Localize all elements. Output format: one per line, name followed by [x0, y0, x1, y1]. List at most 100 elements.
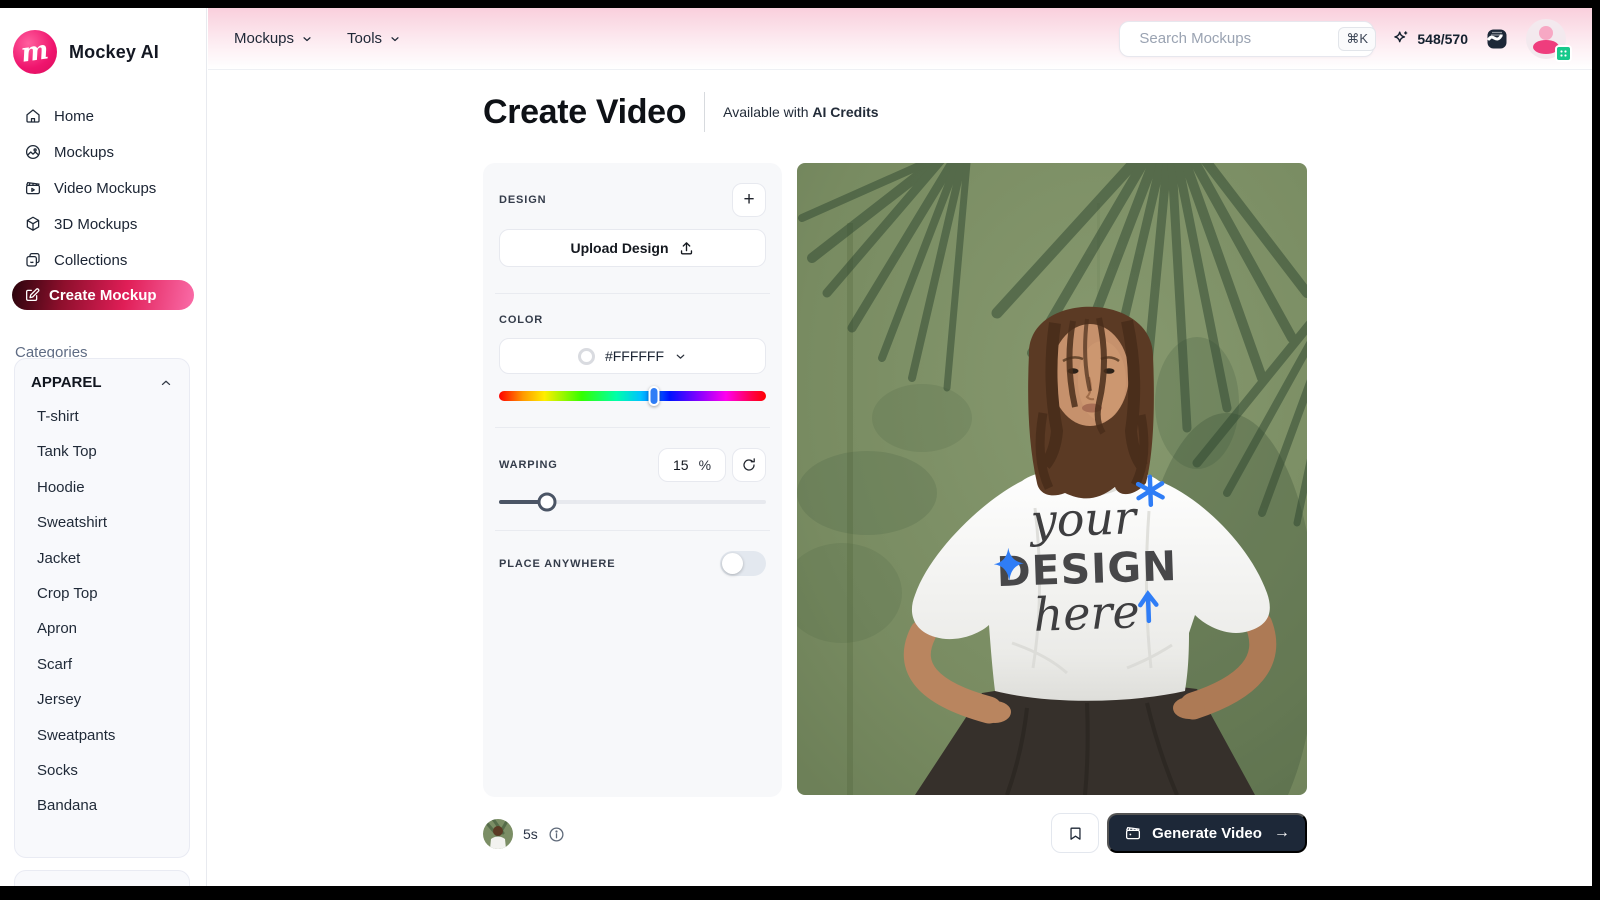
app-window: m Mockey AI Home Mockups Video Mockups 3…	[0, 8, 1592, 886]
category-item-hoodie[interactable]: Hoodie	[15, 470, 189, 505]
control-panel: DESIGN + Upload Design COLOR #FFFFFF WAR…	[483, 163, 782, 797]
warping-slider[interactable]	[499, 492, 766, 512]
category-item-tshirt[interactable]: T-shirt	[15, 399, 189, 434]
color-value: #FFFFFF	[604, 348, 665, 364]
chevron-up-icon	[161, 380, 171, 385]
user-avatar[interactable]	[1526, 18, 1572, 62]
divider	[495, 530, 770, 531]
edit-square-icon	[26, 288, 40, 301]
clapperboard-icon	[25, 181, 41, 195]
color-swatch	[577, 347, 595, 365]
category-item-sweatpants[interactable]: Sweatpants	[15, 718, 189, 753]
sidebar: m Mockey AI Home Mockups Video Mockups 3…	[0, 8, 207, 886]
topbar-right: ⌘K 548/570	[1119, 18, 1572, 62]
menu-tools[interactable]: Tools	[347, 30, 401, 47]
category-item-jacket[interactable]: Jacket	[15, 541, 189, 576]
page-title: Create Video	[483, 92, 687, 131]
add-design-button[interactable]: +	[732, 183, 766, 217]
color-select[interactable]: #FFFFFF	[499, 338, 766, 374]
sidebar-item-3d-mockups[interactable]: 3D Mockups	[0, 206, 206, 242]
toggle-knob	[722, 553, 743, 574]
clapperboard-icon	[1126, 826, 1141, 840]
design-text-line3: here	[1033, 584, 1141, 642]
brand-logo-icon: m	[13, 30, 57, 74]
generate-video-button[interactable]: Generate Video →	[1107, 813, 1307, 853]
menu-label: Mockups	[234, 30, 295, 47]
availability-prefix: Available with	[723, 104, 809, 120]
brand-logo[interactable]: m Mockey AI	[0, 8, 206, 74]
video-duration: 5s	[523, 826, 538, 842]
warping-slider-handle[interactable]	[537, 492, 557, 512]
category-group-label: APPAREL	[31, 374, 102, 391]
home-icon	[26, 109, 40, 123]
keyboard-shortcut-badge: ⌘K	[1338, 26, 1377, 51]
category-item-scarf[interactable]: Scarf	[15, 647, 189, 682]
topbar: Mockups Tools ⌘K 548/570	[208, 8, 1592, 70]
refresh-icon	[743, 458, 755, 471]
sidebar-nav: Home Mockups Video Mockups 3D Mockups Co…	[0, 98, 206, 310]
page-header: Create Video Available with AI Credits	[483, 92, 879, 132]
category-item-jersey[interactable]: Jersey	[15, 682, 189, 717]
avatar-status-badge	[1555, 44, 1572, 62]
place-anywhere-label: PLACE ANYWHERE	[499, 557, 616, 570]
sidebar-item-home[interactable]: Home	[0, 98, 206, 134]
sidebar-item-label: Create Mockup	[49, 286, 157, 304]
sidebar-item-collections[interactable]: Collections	[0, 242, 206, 278]
sidebar-item-label: Collections	[54, 251, 128, 269]
mockup-thumbnail[interactable]	[483, 819, 513, 849]
brand-name: Mockey AI	[69, 41, 159, 62]
warping-reset-button[interactable]	[732, 448, 766, 482]
sidebar-item-label: Mockups	[54, 143, 115, 161]
divider	[495, 293, 770, 294]
brand-logo-letter: m	[19, 35, 51, 69]
category-item-socks[interactable]: Socks	[15, 753, 189, 788]
sidebar-item-mockups[interactable]: Mockups	[0, 134, 206, 170]
category-group-baby: BABY	[14, 870, 190, 886]
category-group-apparel-header[interactable]: APPAREL	[15, 359, 189, 399]
sidebar-item-label: Video Mockups	[54, 179, 157, 197]
arrow-right-icon: →	[1273, 824, 1290, 841]
bookmark-icon	[1069, 827, 1081, 840]
design-text-line1: your	[1028, 490, 1140, 548]
image-circle-icon	[25, 144, 41, 160]
category-item-tanktop[interactable]: Tank Top	[15, 434, 189, 469]
info-icon[interactable]	[548, 826, 565, 843]
color-label: COLOR	[499, 314, 544, 326]
hue-slider[interactable]	[499, 386, 766, 406]
warping-label: WARPING	[499, 459, 558, 471]
credits-count: 548/570	[1417, 30, 1468, 47]
category-item-apron[interactable]: Apron	[15, 611, 189, 646]
bookmark-button[interactable]	[1051, 813, 1099, 853]
category-item-croptop[interactable]: Crop Top	[15, 576, 189, 611]
category-item-bandana[interactable]: Bandana	[15, 788, 189, 823]
search-input[interactable]	[1139, 30, 1339, 47]
avatar-head	[1539, 25, 1553, 40]
upload-design-label: Upload Design	[570, 240, 669, 256]
search-box[interactable]: ⌘K	[1119, 20, 1377, 57]
chevron-down-icon	[676, 354, 685, 359]
category-group-apparel: APPAREL T-shirt Tank Top Hoodie Sweatshi…	[14, 358, 190, 858]
title-divider	[704, 92, 706, 132]
place-anywhere-toggle[interactable]	[720, 551, 766, 576]
warping-unit: %	[698, 457, 712, 473]
warping-value: 15	[672, 457, 689, 473]
sidebar-item-create-mockup[interactable]: Create Mockup	[12, 280, 194, 310]
gallery-icon[interactable]	[1485, 27, 1509, 51]
mockup-image: your DESIGN here	[797, 163, 1307, 795]
credits-indicator[interactable]: 548/570	[1391, 29, 1468, 48]
warping-value-input[interactable]: 15 %	[658, 448, 726, 482]
cube-icon	[26, 216, 40, 231]
dots-icon	[1560, 49, 1567, 57]
menu-mockups[interactable]: Mockups	[234, 30, 313, 47]
menu-label: Tools	[347, 30, 383, 47]
divider	[495, 427, 770, 428]
sidebar-item-video-mockups[interactable]: Video Mockups	[0, 170, 206, 206]
upload-design-button[interactable]: Upload Design	[499, 229, 766, 267]
upload-icon	[680, 241, 692, 254]
hue-slider-handle[interactable]	[648, 386, 660, 406]
chevron-down-icon	[303, 36, 311, 41]
chevron-down-icon	[391, 36, 399, 41]
category-item-sweatshirt[interactable]: Sweatshirt	[15, 505, 189, 540]
sidebar-item-label: 3D Mockups	[54, 215, 138, 233]
category-group-baby-header[interactable]: BABY	[15, 871, 189, 886]
